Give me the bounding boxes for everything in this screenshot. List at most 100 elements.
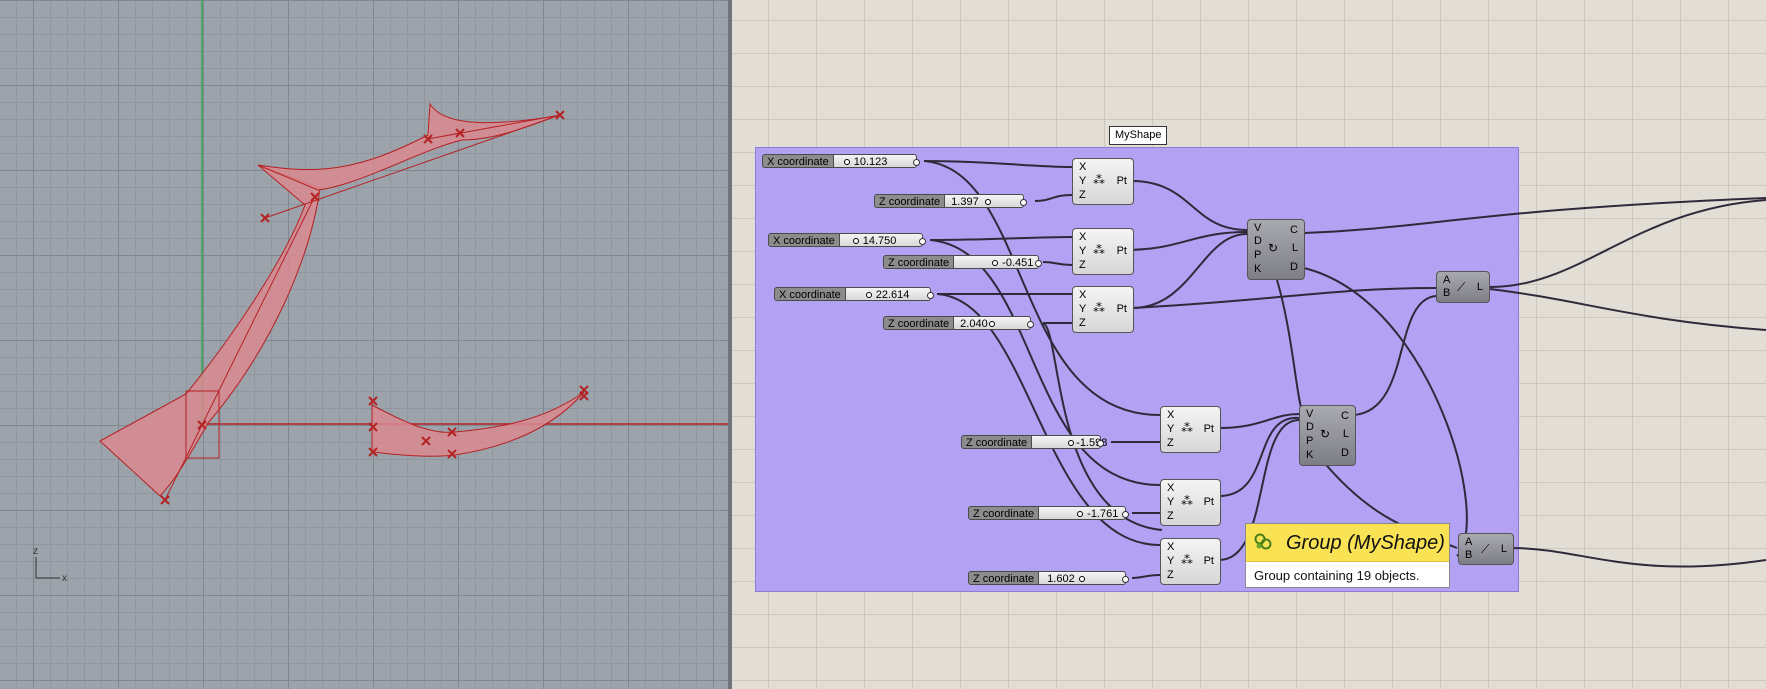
- slider-track[interactable]: 14.750: [839, 233, 926, 247]
- slider-x-coordinate-1[interactable]: X coordinate 10.123: [762, 154, 920, 168]
- input-y[interactable]: Y: [1079, 303, 1086, 315]
- surface-upper-ribbon[interactable]: [257, 102, 557, 191]
- input-v[interactable]: V: [1254, 222, 1261, 234]
- group-icon: [1254, 533, 1272, 550]
- slider-z-coordinate-3[interactable]: Z coordinate 2.040: [883, 316, 1035, 330]
- output-grip[interactable]: [912, 159, 920, 166]
- output-c[interactable]: C: [1341, 410, 1349, 422]
- slider-label: X coordinate: [774, 287, 846, 301]
- viewport-drawing[interactable]: z x: [0, 0, 728, 689]
- input-z[interactable]: Z: [1167, 437, 1174, 449]
- input-z[interactable]: Z: [1079, 189, 1086, 201]
- input-k[interactable]: K: [1254, 263, 1261, 275]
- slider-knob[interactable]: [985, 199, 992, 205]
- construct-point-4[interactable]: X Y Z ⁂ Pt: [1160, 406, 1221, 453]
- axis-x-label: x: [62, 573, 67, 584]
- output-l[interactable]: L: [1292, 242, 1298, 254]
- slider-track[interactable]: 1.602: [1039, 571, 1130, 585]
- construct-point-5[interactable]: X Y Z ⁂ Pt: [1160, 479, 1221, 526]
- curve-icon: ↻: [1320, 427, 1331, 441]
- input-x[interactable]: X: [1167, 409, 1174, 421]
- curve-icon: ↻: [1268, 241, 1279, 255]
- input-y[interactable]: Y: [1167, 555, 1174, 567]
- input-v[interactable]: V: [1306, 408, 1313, 420]
- slider-x-coordinate-2[interactable]: X coordinate 14.750: [768, 233, 926, 247]
- input-b[interactable]: B: [1465, 549, 1472, 561]
- output-c[interactable]: C: [1290, 224, 1298, 236]
- output-d[interactable]: D: [1290, 261, 1298, 273]
- input-z[interactable]: Z: [1079, 259, 1086, 271]
- input-y[interactable]: Y: [1079, 245, 1086, 257]
- slider-z-coordinate-5[interactable]: Z coordinate -1.761: [968, 506, 1130, 520]
- output-pt[interactable]: Pt: [1204, 496, 1214, 508]
- output-pt[interactable]: Pt: [1117, 303, 1127, 315]
- surface-sweep-main[interactable]: [99, 164, 321, 497]
- construction-polyline: [264, 114, 561, 219]
- input-p[interactable]: P: [1306, 435, 1313, 447]
- slider-z-coordinate-4[interactable]: Z coordinate -1.598: [961, 435, 1107, 449]
- slider-track[interactable]: -1.598: [1032, 435, 1107, 449]
- construction-polyline-2: [164, 195, 316, 501]
- input-a[interactable]: A: [1465, 536, 1472, 548]
- input-d[interactable]: D: [1254, 235, 1262, 247]
- line-component-2[interactable]: A B ⟋ L: [1458, 533, 1514, 565]
- input-z[interactable]: Z: [1079, 317, 1086, 329]
- output-pt[interactable]: Pt: [1204, 423, 1214, 435]
- slider-track[interactable]: 1.397: [945, 194, 1028, 208]
- input-b[interactable]: B: [1443, 287, 1450, 299]
- slider-label: X coordinate: [762, 154, 834, 168]
- input-y[interactable]: Y: [1079, 175, 1086, 187]
- slider-track[interactable]: -1.761: [1039, 506, 1130, 520]
- rhino-viewport[interactable]: z x: [0, 0, 728, 689]
- slider-track[interactable]: 2.040: [954, 316, 1035, 330]
- slider-knob[interactable]: [992, 260, 999, 266]
- output-pt[interactable]: Pt: [1117, 245, 1127, 257]
- slider-track[interactable]: 10.123: [833, 154, 920, 168]
- slider-knob[interactable]: [1068, 440, 1075, 446]
- input-x[interactable]: X: [1079, 231, 1086, 243]
- construct-point-1[interactable]: X Y Z ⁂ Pt: [1072, 158, 1134, 205]
- input-a[interactable]: A: [1443, 274, 1450, 286]
- input-p[interactable]: P: [1254, 249, 1261, 261]
- input-x[interactable]: X: [1079, 289, 1086, 301]
- input-d[interactable]: D: [1306, 421, 1314, 433]
- output-grip[interactable]: [918, 238, 926, 245]
- output-l[interactable]: L: [1501, 543, 1507, 555]
- input-y[interactable]: Y: [1167, 496, 1174, 508]
- slider-track[interactable]: 22.614: [845, 287, 934, 301]
- output-pt[interactable]: Pt: [1204, 555, 1214, 567]
- output-l[interactable]: L: [1477, 281, 1483, 293]
- slider-track[interactable]: -0.451: [954, 255, 1043, 269]
- point-xyz-icon: ⁂: [1093, 173, 1105, 187]
- curve-component-1[interactable]: V D P K ↻ C L D: [1247, 219, 1305, 280]
- slider-knob[interactable]: [852, 238, 859, 244]
- input-y[interactable]: Y: [1167, 423, 1174, 435]
- input-x[interactable]: X: [1167, 482, 1174, 494]
- curve-component-2[interactable]: V D P K ↻ C L D: [1299, 405, 1356, 466]
- slider-z-coordinate-1[interactable]: Z coordinate 1.397: [874, 194, 1028, 208]
- slider-value: 22.614: [875, 289, 910, 301]
- input-x[interactable]: X: [1167, 541, 1174, 553]
- construct-point-3[interactable]: X Y Z ⁂ Pt: [1072, 286, 1134, 333]
- slider-knob[interactable]: [1077, 511, 1084, 517]
- slider-knob[interactable]: [989, 321, 996, 327]
- input-z[interactable]: Z: [1167, 569, 1174, 581]
- slider-knob[interactable]: [1079, 576, 1086, 582]
- slider-value: 1.397: [951, 196, 979, 208]
- output-l[interactable]: L: [1343, 428, 1349, 440]
- input-k[interactable]: K: [1306, 449, 1313, 461]
- line-icon: ⟋: [1481, 542, 1490, 556]
- line-component-1[interactable]: A B ⟋ L: [1436, 271, 1490, 303]
- slider-x-coordinate-3[interactable]: X coordinate 22.614: [774, 287, 934, 301]
- slider-z-coordinate-2[interactable]: Z coordinate -0.451: [883, 255, 1043, 269]
- output-grip[interactable]: [926, 292, 934, 299]
- input-z[interactable]: Z: [1167, 510, 1174, 522]
- slider-knob[interactable]: [843, 159, 850, 165]
- slider-z-coordinate-6[interactable]: Z coordinate 1.602: [968, 571, 1130, 585]
- slider-knob[interactable]: [865, 292, 872, 298]
- output-pt[interactable]: Pt: [1117, 175, 1127, 187]
- output-d[interactable]: D: [1341, 447, 1349, 459]
- construct-point-6[interactable]: X Y Z ⁂ Pt: [1160, 538, 1221, 585]
- construct-point-2[interactable]: X Y Z ⁂ Pt: [1072, 228, 1134, 275]
- input-x[interactable]: X: [1079, 161, 1086, 173]
